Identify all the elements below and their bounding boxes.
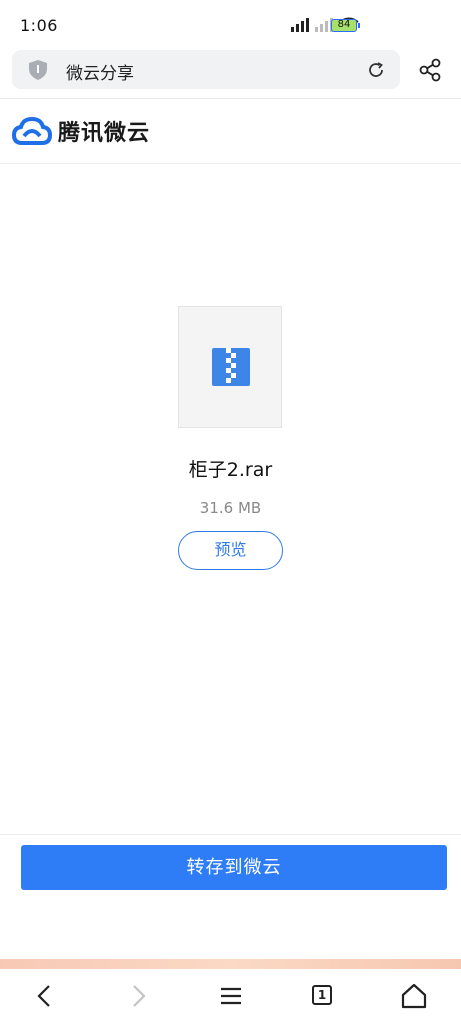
cell-signal-icon bbox=[291, 18, 309, 32]
promo-banner[interactable] bbox=[0, 959, 461, 969]
battery-icon: 84 bbox=[331, 19, 360, 32]
tabs-button[interactable]: 1 bbox=[307, 981, 337, 1011]
reload-icon[interactable] bbox=[366, 60, 386, 80]
address-bar[interactable]: 微云分享 bbox=[12, 50, 400, 89]
status-bar: 1:06 84 bbox=[0, 0, 461, 46]
shield-icon bbox=[29, 60, 47, 80]
bottom-nav: 1 bbox=[0, 969, 461, 1024]
divider bbox=[0, 834, 461, 835]
divider bbox=[0, 163, 461, 164]
archive-file-icon bbox=[212, 348, 250, 386]
home-icon[interactable] bbox=[399, 981, 429, 1011]
brand-name: 腾讯微云 bbox=[58, 121, 151, 146]
divider bbox=[0, 98, 461, 99]
brand-header[interactable]: 腾讯微云 bbox=[12, 113, 150, 149]
page-title: 微云分享 bbox=[66, 64, 134, 84]
tab-count: 1 bbox=[312, 985, 332, 1005]
file-thumbnail[interactable] bbox=[178, 306, 282, 428]
file-name: 柜子2.rar bbox=[188, 459, 273, 481]
preview-button[interactable]: 预览 bbox=[178, 531, 283, 570]
file-size: 31.6 MB bbox=[199, 499, 262, 517]
status-time: 1:06 bbox=[20, 16, 58, 35]
weiyun-cloud-logo-icon bbox=[12, 116, 52, 145]
forward-icon[interactable] bbox=[123, 981, 153, 1011]
save-to-weiyun-button[interactable]: 转存到微云 bbox=[21, 845, 447, 890]
back-icon[interactable] bbox=[30, 981, 60, 1011]
menu-icon[interactable] bbox=[216, 981, 246, 1011]
share-icon[interactable] bbox=[416, 56, 444, 84]
